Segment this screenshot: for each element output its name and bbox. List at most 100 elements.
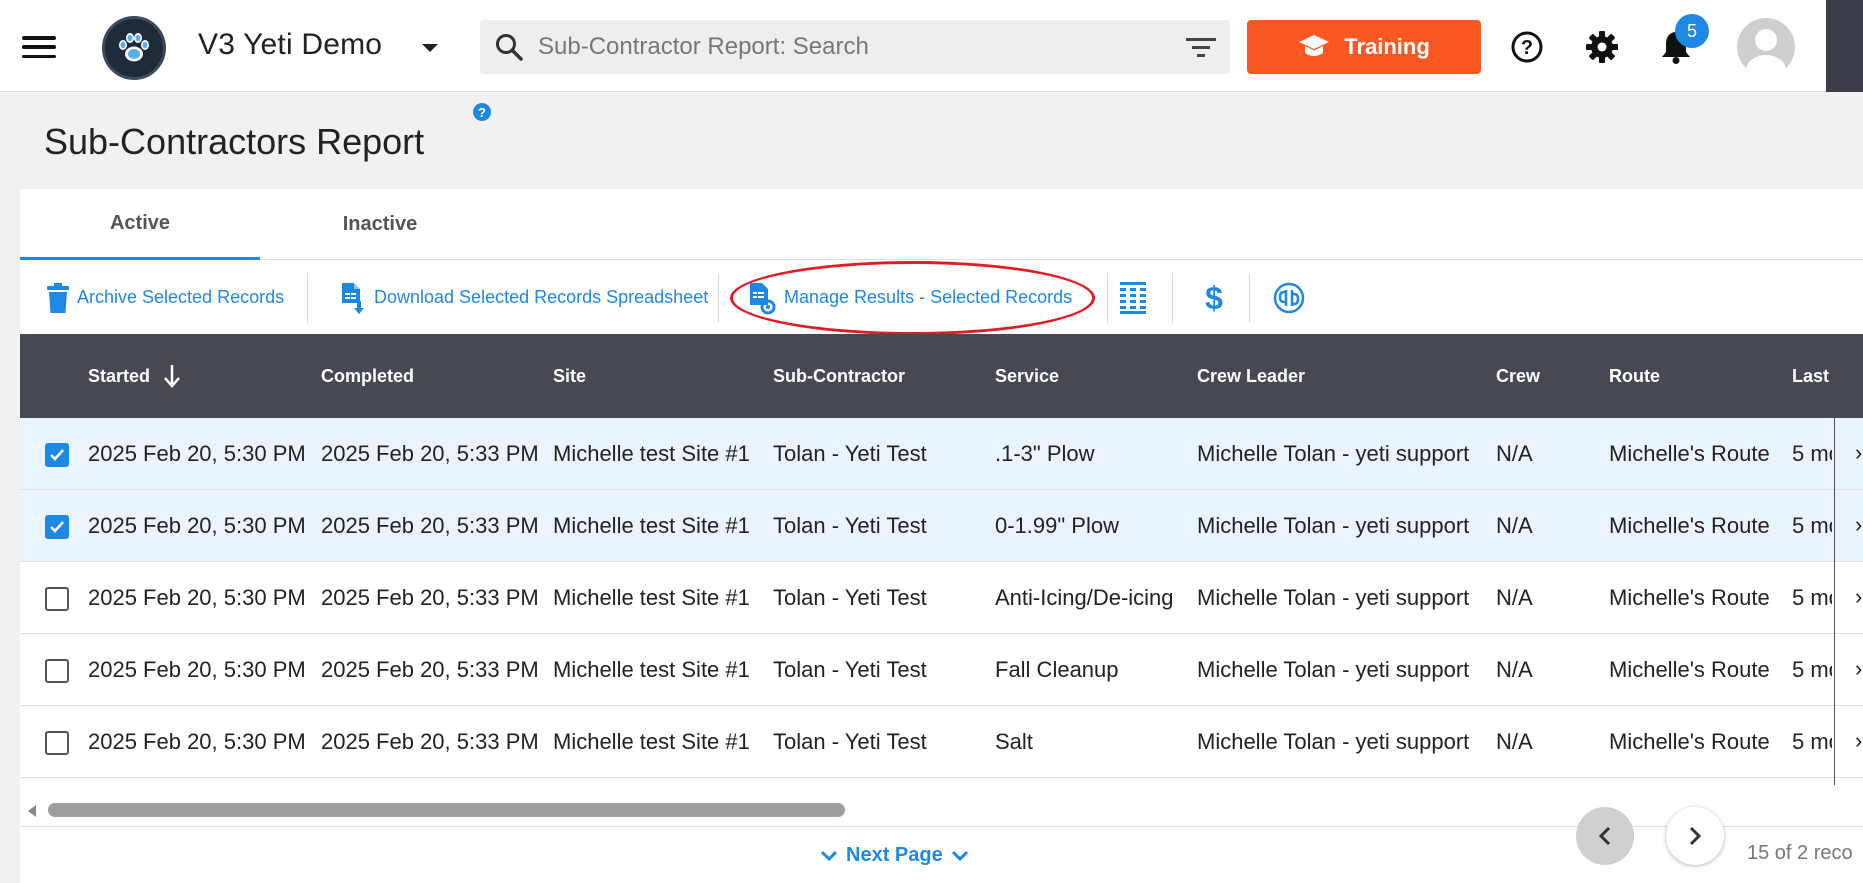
cell-crew: N/A [1496,657,1533,682]
cell-service: Fall Cleanup [995,657,1119,682]
next-page-link[interactable]: Next Page [820,844,969,867]
toolbar-divider [1107,273,1108,323]
manage-label: Manage Results - Selected Records [784,287,1073,307]
row-expand-icon[interactable]: › [1855,728,1862,754]
dollar-icon: $ [1205,281,1223,315]
column-completed[interactable]: Completed [321,334,414,418]
next-page-label: Next Page [846,844,943,866]
org-dropdown-icon[interactable] [422,44,438,52]
page-help-icon[interactable]: ? [473,103,491,121]
column-started-label: Started [88,365,151,386]
download-spreadsheet-button[interactable]: Download Selected Records Spreadsheet [340,261,708,334]
chevron-left-icon [1598,826,1611,846]
cell-started: 2025 Feb 20, 5:30 PM [88,585,306,610]
cell-route: Michelle's Route [1609,513,1770,538]
cell-completed: 2025 Feb 20, 5:33 PM [321,441,539,466]
search-bar [480,20,1230,74]
archive-button[interactable]: Archive Selected Records [47,261,284,334]
trash-icon [47,282,69,313]
cell-completed: 2025 Feb 20, 5:33 PM [321,729,539,754]
chevron-right-icon [1689,826,1702,846]
training-button[interactable]: Training [1247,20,1481,74]
menu-icon[interactable] [22,36,56,58]
search-icon [496,34,523,61]
table-row[interactable]: 2025 Feb 20, 5:30 PM 2025 Feb 20, 5:33 P… [20,490,1863,562]
gear-icon[interactable] [1583,28,1621,66]
columns-button[interactable] [1120,261,1146,334]
download-file-icon [342,282,364,314]
cell-sub-contractor: Tolan - Yeti Test [773,729,927,754]
column-sub-contractor[interactable]: Sub-Contractor [773,334,905,418]
dollar-button[interactable]: $ [1203,261,1225,334]
manage-results-button[interactable]: Manage Results - Selected Records [748,261,1072,334]
cell-crew: N/A [1496,513,1533,538]
svg-text:$: $ [1205,281,1223,315]
scroll-left-icon[interactable] [28,805,36,817]
table-header: Started Completed Site Sub-Contractor Se… [20,334,1863,418]
table-row[interactable]: 2025 Feb 20, 5:30 PM 2025 Feb 20, 5:33 P… [20,418,1863,490]
column-service[interactable]: Service [995,334,1059,418]
org-name[interactable]: V3 Yeti Demo [198,28,382,62]
cell-completed: 2025 Feb 20, 5:33 PM [321,513,539,538]
paw-logo-icon[interactable] [102,16,166,80]
tab-active[interactable]: Active [20,189,260,260]
cell-crew-leader: Michelle Tolan - yeti support [1197,513,1470,538]
toolbar-divider [1172,273,1173,323]
row-expand-icon[interactable]: › [1855,440,1862,466]
cell-route: Michelle's Route [1609,441,1770,466]
cell-sub-contractor: Tolan - Yeti Test [773,441,927,466]
graduation-cap-icon [1299,35,1330,56]
svg-text:?: ? [1521,37,1533,59]
tab-bar: Active Inactive [20,189,1863,260]
sort-down-arrow-icon[interactable] [162,363,182,389]
cell-started: 2025 Feb 20, 5:30 PM [88,729,306,754]
row-expand-icon[interactable]: › [1855,656,1862,682]
cell-site: Michelle test Site #1 [553,441,750,466]
row-checkbox[interactable] [45,443,69,467]
column-crew-leader[interactable]: Crew Leader [1197,334,1305,418]
tab-inactive[interactable]: Inactive [260,189,500,260]
search-input[interactable] [538,30,1138,64]
side-panel-toggle[interactable] [1826,0,1863,92]
quickbooks-button[interactable] [1273,261,1305,334]
column-route[interactable]: Route [1609,334,1660,418]
row-checkbox[interactable] [45,515,69,539]
cell-last: 5 mo [1792,657,1832,682]
column-started[interactable]: Started [88,334,182,418]
cell-sub-contractor: Tolan - Yeti Test [773,657,927,682]
row-expand-icon[interactable]: › [1855,584,1862,610]
cell-crew: N/A [1496,441,1533,466]
cell-completed: 2025 Feb 20, 5:33 PM [321,657,539,682]
cell-crew-leader: Michelle Tolan - yeti support [1197,441,1470,466]
filter-icon[interactable] [1186,36,1216,58]
sticky-column-divider [1834,418,1835,785]
table-row[interactable]: 2025 Feb 20, 5:30 PM 2025 Feb 20, 5:33 P… [20,706,1863,778]
column-last[interactable]: Last [1792,334,1829,418]
scrollbar-thumb[interactable] [48,803,845,817]
table-row[interactable]: 2025 Feb 20, 5:30 PM 2025 Feb 20, 5:33 P… [20,634,1863,706]
toolbar: Archive Selected Records Download Select… [20,261,1863,334]
help-icon[interactable]: ? [1508,28,1546,66]
chevron-down-icon [820,850,838,861]
page-title: Sub-Contractors Report [44,121,425,162]
cell-service: Anti-Icing/De-icing [995,585,1174,610]
table-row[interactable]: 2025 Feb 20, 5:30 PM 2025 Feb 20, 5:33 P… [20,562,1863,634]
cell-sub-contractor: Tolan - Yeti Test [773,585,927,610]
row-expand-icon[interactable]: › [1855,512,1862,538]
row-checkbox[interactable] [45,731,69,755]
cell-last: 5 mo [1792,441,1832,466]
chevron-down-icon [951,850,968,861]
quickbooks-icon [1273,282,1305,313]
row-checkbox[interactable] [45,587,69,611]
next-page-button[interactable] [1666,807,1724,865]
archive-label: Archive Selected Records [77,287,285,307]
cell-started: 2025 Feb 20, 5:30 PM [88,513,306,538]
cell-crew-leader: Michelle Tolan - yeti support [1197,657,1470,682]
row-checkbox[interactable] [45,659,69,683]
column-site[interactable]: Site [553,334,586,418]
avatar[interactable] [1737,18,1795,76]
document-gear-icon [750,282,776,314]
previous-page-button[interactable] [1576,807,1634,865]
cell-started: 2025 Feb 20, 5:30 PM [88,657,306,682]
column-crew[interactable]: Crew [1496,334,1540,418]
